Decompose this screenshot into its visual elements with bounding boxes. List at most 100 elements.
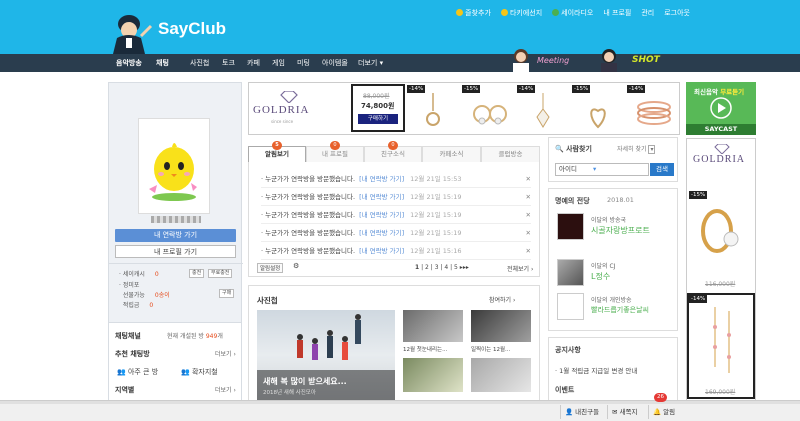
right-ad-product-2[interactable]: -14% 169,000원 [687,293,755,399]
close-icon[interactable]: ✕ [526,170,531,188]
bottom-bar: 👤 내친구들 ✉ 새쪽지 🔔 알림 26 [0,393,800,421]
notice-item[interactable]: · 1월 적립금 지급일 변경 안내 [555,365,637,375]
nav-more[interactable]: 더보기 ▾ [358,58,383,68]
stat-jeongmipo: · 정미포 [119,282,140,289]
search-type-select[interactable]: 아이디 ▾ [555,163,649,176]
ad-product-3[interactable]: -14% [517,85,569,133]
go-profile-button[interactable]: 내 프로필 가기 [115,245,236,258]
toplink-radio[interactable]: 세이라디오 [552,8,593,18]
go-chatroom-link[interactable]: [내 연락방 가기] [359,247,404,255]
nav-music-broadcast[interactable]: 음악방송 [116,58,142,68]
photo-thumb-4[interactable] [471,358,531,392]
ad-product-4[interactable]: -15% [572,85,624,133]
close-icon[interactable]: ✕ [526,224,531,242]
logo-text[interactable]: SayClub [158,19,226,39]
chick-avatar-icon [149,143,197,201]
alarm-button[interactable]: 🔔 알림 [648,405,675,419]
recommend-more-link[interactable]: 더보기 › [215,349,236,358]
meeting-banner[interactable]: Meeting SHOT [510,47,680,72]
people-search-title: 🔍 사람찾기 [555,145,592,153]
free-charge-button[interactable]: 무료충전 [208,269,233,278]
heart-earring-icon [590,108,606,129]
nav-itemmall[interactable]: 아이템몰 [322,58,348,68]
horizontal-scrollbar[interactable] [0,401,800,404]
pendant-icon [536,93,550,128]
detail-search-link[interactable]: 자세히 찾기 ▾ [617,144,656,154]
toplink-emoticon[interactable]: 타키에선지 [500,8,542,18]
go-chatroom-link[interactable]: [내 연락방 가기] [359,193,404,201]
hoop-earring-icon [701,209,739,253]
ad-product-1[interactable]: -14% [407,85,459,133]
region-more-link[interactable]: 더보기 › [215,385,236,394]
play-icon [710,97,732,119]
photos-participate-link[interactable]: 참여하기 › [489,295,515,304]
hof-item-cj[interactable]: 이달의 CJ L정수 [557,259,675,289]
page-2[interactable]: 2 [425,264,429,271]
nav-photos[interactable]: 사진첩 [190,58,209,68]
tab-friends-news[interactable]: 0 친구소식 [364,141,422,162]
tab-club-broadcast[interactable]: 클럽방송 [481,146,540,162]
photo-thumb-1[interactable] [403,310,463,342]
ad-buy-button[interactable]: 구매하기 [358,114,398,124]
nav-cafe[interactable]: 카페 [247,58,260,68]
list-item: · 누군가가 연락방을 방문했습니다. [내 연락방 가기] 12월 21일 15:… [261,170,531,188]
go-chatroom-button[interactable]: 내 연락방 가기 [115,229,236,242]
toplink-my-profile[interactable]: 내 프로필 [603,8,631,18]
photo-thumb-2[interactable] [471,310,531,342]
right-goldria-ad[interactable]: GOLDRIA -15% 116,000원 -14% 169,000원 [686,138,756,401]
hall-of-fame-date: 2018.01 [607,196,634,204]
nav-talk[interactable]: 토크 [222,58,235,68]
hof-item-broadcast[interactable]: 이달의 방송국 시골자랑방프로트 [557,213,675,243]
page-4[interactable]: 4 [444,264,448,271]
nav-game[interactable]: 게임 [272,58,285,68]
notification-tabs: 5 알림보기 0내 프로필 0 친구소식 카페소식 클럽방송 [248,141,540,162]
alarm-settings-button[interactable]: 알림설정 [257,263,284,273]
nav-meeting[interactable]: 미팅 [297,58,310,68]
hall-of-fame-panel: 명예의 전당 2018.01 이달의 방송국 시골자랑방프로트 이달의 CJ L… [548,188,678,331]
view-all-link[interactable]: 전체보기 › [507,264,533,273]
close-icon[interactable]: ✕ [526,206,531,224]
saycast-banner[interactable]: 최신음악 무료듣기 SAYCAST [686,82,756,135]
tab-alarms[interactable]: 5 알림보기 [248,141,306,162]
friends-button[interactable]: 👤 내친구들 [560,405,599,419]
main-nav: 음악방송 채팅 사진첩 토크 카페 게임 미팅 아이템몰 더보기 ▾ [0,54,800,72]
toplink-favorite[interactable]: 즐찾추가 [456,8,491,18]
ad-product-2[interactable]: -15% [462,85,514,133]
shot-label: SHOT [632,55,660,65]
star-icon [456,9,464,16]
toplink-manage[interactable]: 관리 [641,8,654,18]
goldria-ad-banner[interactable]: GOLDRIA since since 88,000원 74,800원 구매하기… [248,82,680,135]
buy-button[interactable]: 구매 [219,289,235,298]
settings-gear-icon[interactable]: ⚙ [293,262,299,270]
right-ad-discount-1: -15% [689,191,708,199]
hof-item-personal[interactable]: 이달의 개인방송 빨라드릅기좋은날씨 [557,293,675,323]
chevron-down-icon: ▾ [379,59,384,67]
search-button[interactable]: 검색 [650,163,674,176]
chat-channel-title: 채팅채널 [115,332,141,340]
profile-image[interactable] [138,118,210,214]
go-chatroom-link[interactable]: [내 연락방 가기] [359,211,404,219]
page-1[interactable]: 1 [415,264,419,271]
close-icon[interactable]: ✕ [526,242,531,260]
page-3[interactable]: 3 [435,264,439,271]
logo-character-icon[interactable] [105,12,153,54]
close-icon[interactable]: ✕ [526,188,531,206]
go-chatroom-link[interactable]: [내 연락방 가기] [359,229,404,237]
page-5[interactable]: 5 [454,264,458,271]
nav-chat[interactable]: 채팅 [156,58,169,68]
photo-thumb-3[interactable] [403,358,463,392]
charge-button[interactable]: 충전 [189,269,205,278]
photo-thumb-1-caption: 12월 첫눈내리는... [403,347,448,353]
tab-cafe-news[interactable]: 카페소식 [422,146,481,162]
ad-product-5[interactable]: -14% [627,85,679,133]
messages-button[interactable]: ✉ 새쪽지 [607,405,637,419]
last-page-icon[interactable]: ▸▸ [463,264,469,271]
chatroom-big-room[interactable]: 👥 아주 큰 방 [117,367,158,377]
photo-main[interactable]: 새해 복 많이 받으세요... 2018년 새해 사진모아 [257,310,395,400]
toplink-logout[interactable]: 로그아웃 [664,8,690,18]
chatroom-second[interactable]: 👥 확자지철 [181,367,218,377]
tab-my-profile[interactable]: 0내 프로필 [306,141,364,162]
list-item: · 누군가가 연락방을 방문했습니다. [내 연락방 가기] 12월 21일 15:… [261,188,531,206]
go-chatroom-link[interactable]: [내 연락방 가기] [359,175,404,183]
man-avatar-icon [601,49,617,72]
